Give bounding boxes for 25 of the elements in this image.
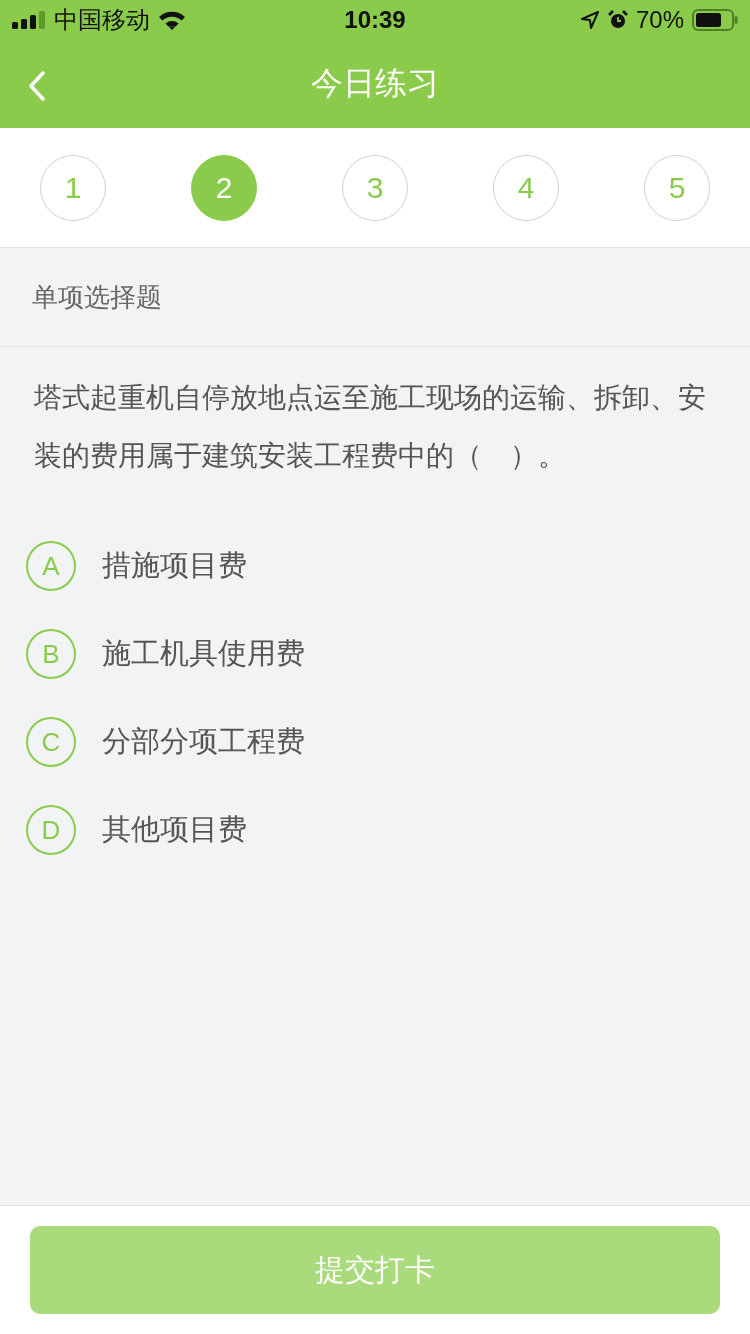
question-text: 塔式起重机自停放地点运至施工现场的运输、拆卸、安装的费用属于建筑安装工程费中的（ ）。	[34, 380, 707, 474]
alarm-clock-icon	[607, 10, 628, 30]
carrier-name: 中国移动	[54, 5, 150, 36]
option-label[interactable]: 分部分项工程费	[102, 722, 305, 762]
option-label[interactable]: 施工机具使用费	[102, 634, 305, 674]
option-letter-radio[interactable]: D	[26, 805, 76, 855]
question-number-tab[interactable]: 3	[342, 154, 408, 221]
option-label[interactable]: 其他项目费	[102, 810, 247, 850]
section-title: 单项选择题	[32, 280, 162, 314]
location-arrow-icon	[579, 10, 600, 30]
question-number-tab[interactable]: 2	[191, 154, 257, 221]
battery-icon	[692, 9, 738, 31]
back-chevron-icon	[28, 70, 46, 102]
question-number-tab[interactable]: 5	[644, 154, 710, 221]
battery-percent: 70%	[635, 6, 684, 34]
signal-icon	[12, 11, 46, 29]
page-title: 今日练习	[311, 63, 439, 104]
option-letter-radio[interactable]: A	[26, 541, 76, 591]
question-number-tab[interactable]: 1	[40, 154, 106, 221]
clock-time: 10:39	[344, 6, 406, 34]
question-number-tab[interactable]: 4	[493, 154, 559, 221]
option-letter-radio[interactable]: C	[26, 717, 76, 767]
option-letter-radio[interactable]: B	[26, 629, 76, 679]
option-label[interactable]: 措施项目费	[102, 546, 247, 586]
wifi-icon	[158, 10, 186, 30]
